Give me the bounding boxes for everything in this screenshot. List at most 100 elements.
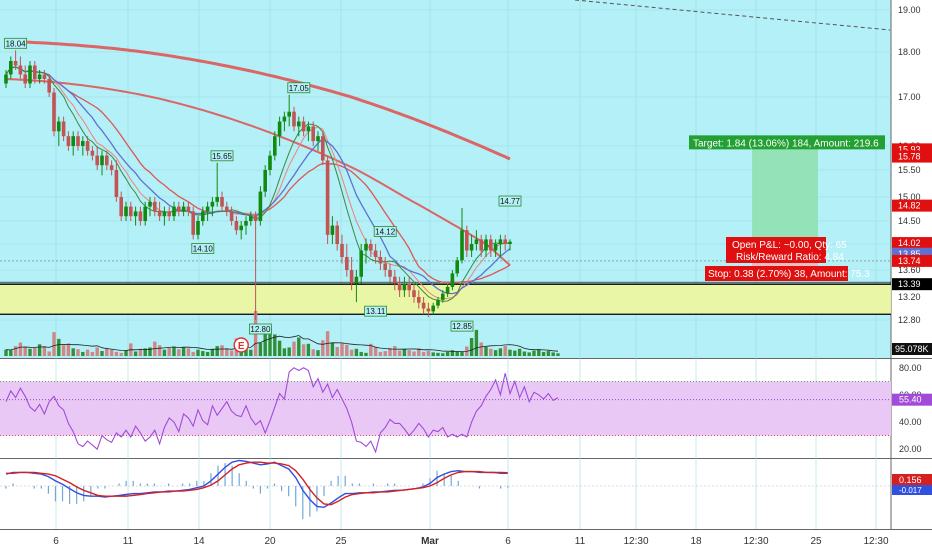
volume-bar [532, 350, 536, 356]
price-tick-label: 13.20 [898, 292, 921, 302]
candle-body [277, 121, 282, 137]
stock-chart[interactable]: 18.04 17.05 15.65 14.10 14.12 13.11 14.77 12.85… [0, 0, 932, 550]
candle-body [345, 257, 349, 270]
candle-body [441, 293, 445, 300]
volume-bar [85, 349, 90, 356]
macd-value-label: 0.156 [899, 475, 922, 485]
candle-body [76, 136, 80, 146]
candle-body [263, 170, 267, 192]
volume-bar [42, 346, 47, 356]
candle-body [109, 165, 114, 170]
volume-bar [287, 347, 291, 356]
volume-bar [90, 351, 95, 356]
time-tick-label: 25 [335, 536, 347, 547]
volume-bar [167, 347, 171, 356]
candle-body [450, 273, 455, 287]
candle-body [373, 250, 378, 257]
volume-bar [537, 349, 541, 356]
annotation-label: 12.85 [452, 322, 473, 331]
candle-body [393, 276, 397, 284]
time-tick-label: 11 [575, 536, 586, 547]
zone-fill [0, 284, 891, 315]
time-tick-label: 12:30 [623, 536, 648, 547]
candle-body [412, 290, 416, 297]
candle-body [445, 286, 450, 294]
volume-bar [52, 332, 56, 356]
volume-bar [181, 347, 186, 356]
candle-body [397, 283, 402, 291]
price-tag-label: 14.02 [898, 238, 921, 248]
candle-body [143, 206, 147, 221]
candle-body [340, 244, 344, 257]
volume-bar [484, 347, 488, 356]
candle-body [258, 191, 263, 221]
time-tick-label: Mar [421, 536, 439, 547]
candle-body [4, 74, 8, 84]
time-axis[interactable]: 6 11 14 20 25 Mar 6 11 12:30 18 12:30 25 12:30 [53, 536, 889, 547]
candle-body [215, 197, 219, 202]
candle-body [28, 65, 32, 84]
volume-bar [503, 346, 507, 356]
time-tick-label: 14 [193, 536, 205, 547]
candle-body [378, 257, 383, 264]
candle-body [426, 308, 431, 312]
price-tick-label: 12.80 [898, 315, 921, 325]
volume-bar [229, 350, 234, 356]
candle-body [90, 150, 95, 156]
candle-body [489, 239, 493, 251]
rsi-tick-label: 80.00 [899, 363, 922, 373]
time-tick-label: 11 [123, 536, 134, 547]
volume-bar [421, 351, 426, 356]
candle-body [124, 206, 128, 217]
candle-body [498, 239, 503, 244]
volume-bar [76, 349, 80, 356]
volume-bar [541, 351, 546, 356]
candle-body [138, 211, 143, 221]
candle-body [66, 136, 71, 146]
volume-bar [397, 350, 402, 356]
candle-body [129, 206, 133, 217]
volume-bar [474, 329, 479, 356]
volume-bar [162, 349, 167, 356]
volume-bar [498, 348, 503, 356]
candle-body [402, 283, 407, 291]
volume-bar [13, 346, 18, 356]
volume-bar [37, 344, 42, 356]
candle-body [114, 170, 119, 197]
candle-body [479, 239, 483, 251]
volume-bar [277, 340, 282, 356]
volume-bar [364, 352, 368, 356]
volume-tag-label: 95.078K [895, 344, 929, 354]
candle-body [85, 141, 90, 151]
candle-body [321, 136, 325, 161]
volume-bar [301, 344, 306, 356]
volume-bar [23, 346, 27, 356]
candle-body [325, 160, 330, 235]
rr-label: Risk/Reward Ratio: 4.84 [736, 252, 844, 263]
volume-bar [407, 350, 411, 356]
volume-bar [210, 349, 215, 356]
annotation-label: 12.80 [250, 325, 271, 334]
time-tick-label: 6 [53, 536, 59, 547]
chart-window: 18.04 17.05 15.65 14.10 14.12 13.11 14.77 12.85… [0, 0, 932, 550]
volume-bar [479, 342, 483, 356]
candle-body [172, 206, 176, 217]
annotation-label: 17.05 [289, 84, 310, 93]
volume-bar [18, 342, 23, 356]
volume-bar [513, 350, 517, 356]
candle-body [18, 65, 23, 75]
candle-body [239, 225, 243, 231]
candle-body [105, 155, 109, 166]
volume-bar [177, 349, 181, 356]
candle-body [229, 211, 234, 221]
price-tick-label: 18.00 [898, 47, 921, 57]
volume-bar [455, 351, 459, 356]
candle-body [186, 206, 191, 212]
time-tick-label: 25 [810, 536, 822, 547]
volume-bar [551, 352, 555, 356]
pnl-label: Open P&L: ~0.00, Qty: 65 [732, 240, 847, 251]
candle-body [100, 155, 104, 166]
candle-body [167, 211, 171, 217]
rsi-tick-label: 40.00 [899, 417, 922, 427]
candle-body [316, 136, 320, 142]
